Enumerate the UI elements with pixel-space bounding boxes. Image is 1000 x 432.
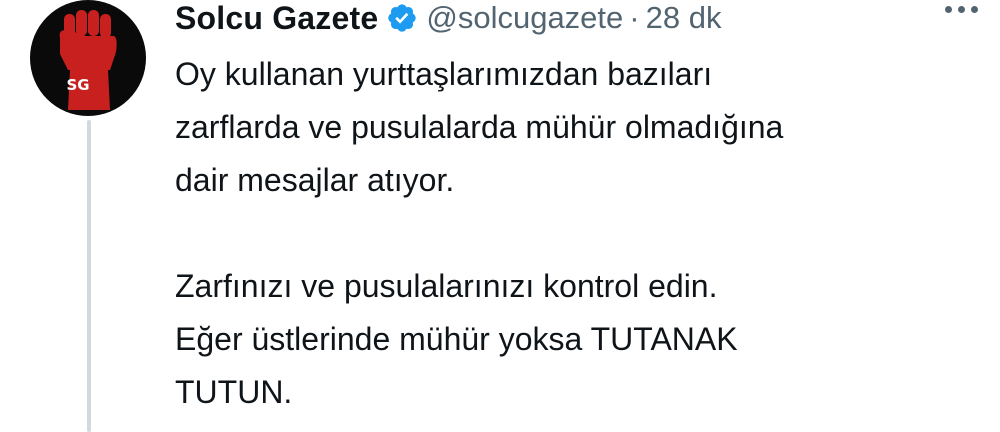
verified-badge-icon[interactable] [386, 2, 418, 34]
more-options-icon[interactable] [945, 6, 978, 13]
tweet-line: zarflarda ve pusulalarda mühür olmadığın… [175, 109, 784, 145]
avatar-monogram: SG [66, 76, 89, 94]
tweet-line: Zarfınızı ve pusulalarınızı kontrol edin… [175, 268, 718, 304]
tweet-header: Solcu Gazete @solcugazete · 28 dk [175, 0, 721, 42]
tweet-paragraph-2: Zarfınızı ve pusulalarınızı kontrol edin… [175, 260, 975, 419]
tweet-paragraph-1: Oy kullanan yurttaşlarımızdan bazıları z… [175, 48, 975, 207]
raised-fist-icon: SG [59, 10, 117, 110]
tweet-line: Oy kullanan yurttaşlarımızdan bazıları [175, 56, 713, 92]
tweet-text: Oy kullanan yurttaşlarımızdan bazıları z… [175, 48, 975, 419]
handle[interactable]: @solcugazete [426, 0, 623, 36]
timestamp[interactable]: 28 dk [646, 0, 722, 36]
tweet: SG Solcu Gazete @solcugazete · 28 dk Oy … [0, 0, 1000, 432]
tweet-line: TUTUN. [175, 374, 293, 410]
tweet-line: dair mesajlar atıyor. [175, 162, 455, 198]
thread-line [87, 120, 91, 432]
tweet-line: Eğer üstlerinde mühür yoksa TUTANAK [175, 321, 738, 357]
display-name[interactable]: Solcu Gazete [175, 0, 378, 37]
separator-dot: · [629, 0, 640, 35]
avatar[interactable]: SG [30, 0, 146, 116]
